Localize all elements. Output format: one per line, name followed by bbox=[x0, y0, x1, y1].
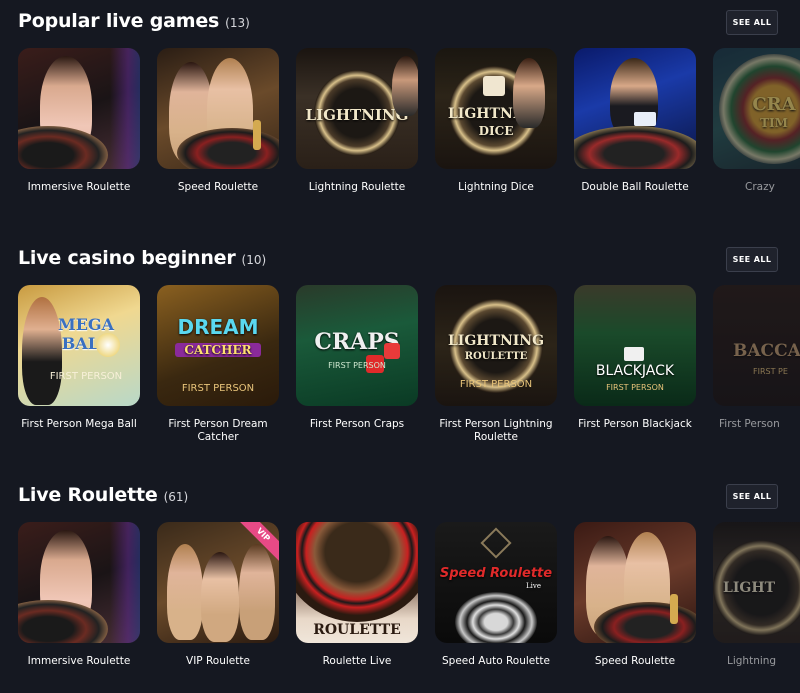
game-art-fp: FIRST PERSON bbox=[606, 383, 664, 392]
game-art-text: LIGHT bbox=[723, 580, 775, 596]
game-title: First Person Mega Ball bbox=[21, 418, 137, 430]
game-art-text: LIGHTNING bbox=[447, 333, 545, 349]
game-thumbnail bbox=[574, 522, 696, 643]
game-art-subtext: DICE bbox=[478, 124, 514, 138]
game-thumbnail: Speed Roulette Live bbox=[435, 522, 557, 643]
game-thumbnail: ROULETTE bbox=[296, 522, 418, 643]
section-live-casino-beginner: Live casino beginner (10) SEE ALL MEGA B… bbox=[0, 237, 800, 474]
game-thumbnail bbox=[18, 522, 140, 643]
game-art-fp: FIRST PERSON bbox=[181, 383, 255, 394]
game-art-text: Speed Roulette bbox=[439, 566, 553, 581]
game-tile-speed-roulette[interactable]: Speed Roulette bbox=[574, 522, 696, 668]
game-title: Speed Auto Roulette bbox=[442, 655, 550, 667]
section-header: Live casino beginner (10) bbox=[18, 247, 266, 273]
game-tile-first-person-lightning-roulette[interactable]: LIGHTNING ROULETTE FIRST PERSON First Pe… bbox=[435, 285, 557, 444]
section-title: Live casino beginner bbox=[18, 247, 236, 269]
game-title: Lightning Dice bbox=[458, 181, 534, 193]
game-title: First Person Craps bbox=[309, 418, 405, 430]
game-title: Immersive Roulette bbox=[27, 181, 131, 193]
see-all-button[interactable]: SEE ALL bbox=[726, 247, 778, 272]
game-tile-lightning-roulette[interactable]: LIGHT Lightning bbox=[713, 522, 800, 668]
section-count: (13) bbox=[225, 16, 250, 30]
game-thumbnail: LIGHTNING DICE bbox=[435, 48, 557, 169]
game-tile-first-person-craps[interactable]: CRAPS FIRST PERSON First Person Craps bbox=[296, 285, 418, 431]
game-title: Lightning bbox=[727, 655, 777, 667]
section-header: Live Roulette (61) bbox=[18, 484, 188, 510]
game-title: First Person Dream Catcher bbox=[168, 418, 268, 443]
game-tile-lightning-roulette[interactable]: LIGHTNING Lightning Roulette bbox=[296, 48, 418, 194]
game-tile-speed-roulette[interactable]: Speed Roulette bbox=[157, 48, 279, 194]
game-thumbnail: LIGHTNING bbox=[296, 48, 418, 169]
game-art-subtext: CATCHER bbox=[175, 343, 261, 357]
game-tile-speed-auto-roulette[interactable]: Speed Roulette Live Speed Auto Roulette bbox=[435, 522, 557, 668]
game-art-text: MEGA BALL bbox=[58, 315, 114, 353]
game-carousel: MEGA BALL FIRST PERSON First Person Mega… bbox=[18, 285, 800, 474]
game-art-text: DREAM bbox=[177, 315, 259, 339]
section-title: Live Roulette bbox=[18, 484, 158, 506]
game-art-subtext: ROULETTE bbox=[464, 351, 528, 362]
section-count: (61) bbox=[163, 490, 189, 504]
game-carousel: Immersive Roulette Speed Roulette LIGHTN… bbox=[18, 48, 800, 237]
game-thumbnail: BACCA FIRST PE bbox=[713, 285, 800, 406]
game-tile-first-person-dream-catcher[interactable]: DREAM CATCHER FIRST PERSON First Person … bbox=[157, 285, 279, 444]
game-title: Roulette Live bbox=[322, 655, 392, 667]
section-title: Popular live games bbox=[18, 10, 220, 32]
game-thumbnail: LIGHT bbox=[713, 522, 800, 643]
game-thumbnail: BLACKJACK FIRST PERSON bbox=[574, 285, 696, 406]
game-title: Lightning Roulette bbox=[308, 181, 406, 193]
game-thumbnail bbox=[157, 48, 279, 169]
game-title: Double Ball Roulette bbox=[581, 181, 689, 193]
game-art-subtext: Live bbox=[526, 582, 541, 590]
game-thumbnail: MEGA BALL FIRST PERSON bbox=[18, 285, 140, 406]
game-tile-first-person-blackjack[interactable]: BLACKJACK FIRST PERSON First Person Blac… bbox=[574, 285, 696, 431]
game-tile-crazy-time[interactable]: CRA TIM Crazy bbox=[713, 48, 800, 194]
game-art-fp: FIRST PERSON bbox=[459, 379, 533, 390]
see-all-button[interactable]: SEE ALL bbox=[726, 484, 778, 509]
section-header: Popular live games (13) bbox=[18, 10, 250, 36]
game-tile-first-person-baccarat[interactable]: BACCA FIRST PE First Person bbox=[713, 285, 800, 431]
game-thumbnail: CRA TIM bbox=[713, 48, 800, 169]
game-tile-roulette-live[interactable]: ROULETTE Roulette Live bbox=[296, 522, 418, 668]
section-live-roulette: Live Roulette (61) SEE ALL Immersive Rou… bbox=[0, 474, 800, 693]
game-title: Immersive Roulette bbox=[27, 655, 131, 667]
game-carousel: Immersive Roulette VIP VIP Roulette ROUL… bbox=[18, 522, 800, 693]
game-art-subtext: TIM bbox=[760, 116, 788, 130]
see-all-button[interactable]: SEE ALL bbox=[726, 10, 778, 35]
game-tile-first-person-mega-ball[interactable]: MEGA BALL FIRST PERSON First Person Mega… bbox=[18, 285, 140, 431]
game-thumbnail: CRAPS FIRST PERSON bbox=[296, 285, 418, 406]
game-tile-immersive-roulette[interactable]: Immersive Roulette bbox=[18, 522, 140, 668]
game-title: First Person Lightning Roulette bbox=[439, 418, 553, 443]
game-thumbnail: VIP bbox=[157, 522, 279, 643]
game-title: Speed Roulette bbox=[177, 181, 259, 193]
game-thumbnail bbox=[574, 48, 696, 169]
game-art-subtext: FIRST PERSON bbox=[49, 371, 123, 382]
game-art-text: ROULETTE bbox=[313, 622, 401, 638]
game-art-text: BACCA bbox=[733, 341, 800, 361]
game-thumbnail: LIGHTNING ROULETTE FIRST PERSON bbox=[435, 285, 557, 406]
game-art-text: CRA bbox=[752, 94, 796, 115]
game-art-text: BLACKJACK bbox=[595, 363, 675, 379]
game-title: First Person bbox=[719, 418, 780, 430]
game-tile-double-ball-roulette[interactable]: Double Ball Roulette bbox=[574, 48, 696, 194]
game-tile-lightning-dice[interactable]: LIGHTNING DICE Lightning Dice bbox=[435, 48, 557, 194]
game-tile-immersive-roulette[interactable]: Immersive Roulette bbox=[18, 48, 140, 194]
game-title: First Person Blackjack bbox=[578, 418, 692, 430]
game-thumbnail bbox=[18, 48, 140, 169]
game-title: VIP Roulette bbox=[186, 655, 250, 667]
section-count: (10) bbox=[241, 253, 267, 267]
game-title: Speed Roulette bbox=[594, 655, 676, 667]
game-title: Crazy bbox=[745, 181, 775, 193]
game-art-fp: FIRST PERSON bbox=[328, 361, 386, 370]
game-art-fp: FIRST PE bbox=[753, 367, 788, 376]
game-thumbnail: DREAM CATCHER FIRST PERSON bbox=[157, 285, 279, 406]
section-popular-live-games: Popular live games (13) SEE ALL Immersiv… bbox=[0, 0, 800, 237]
game-tile-vip-roulette[interactable]: VIP VIP Roulette bbox=[157, 522, 279, 668]
